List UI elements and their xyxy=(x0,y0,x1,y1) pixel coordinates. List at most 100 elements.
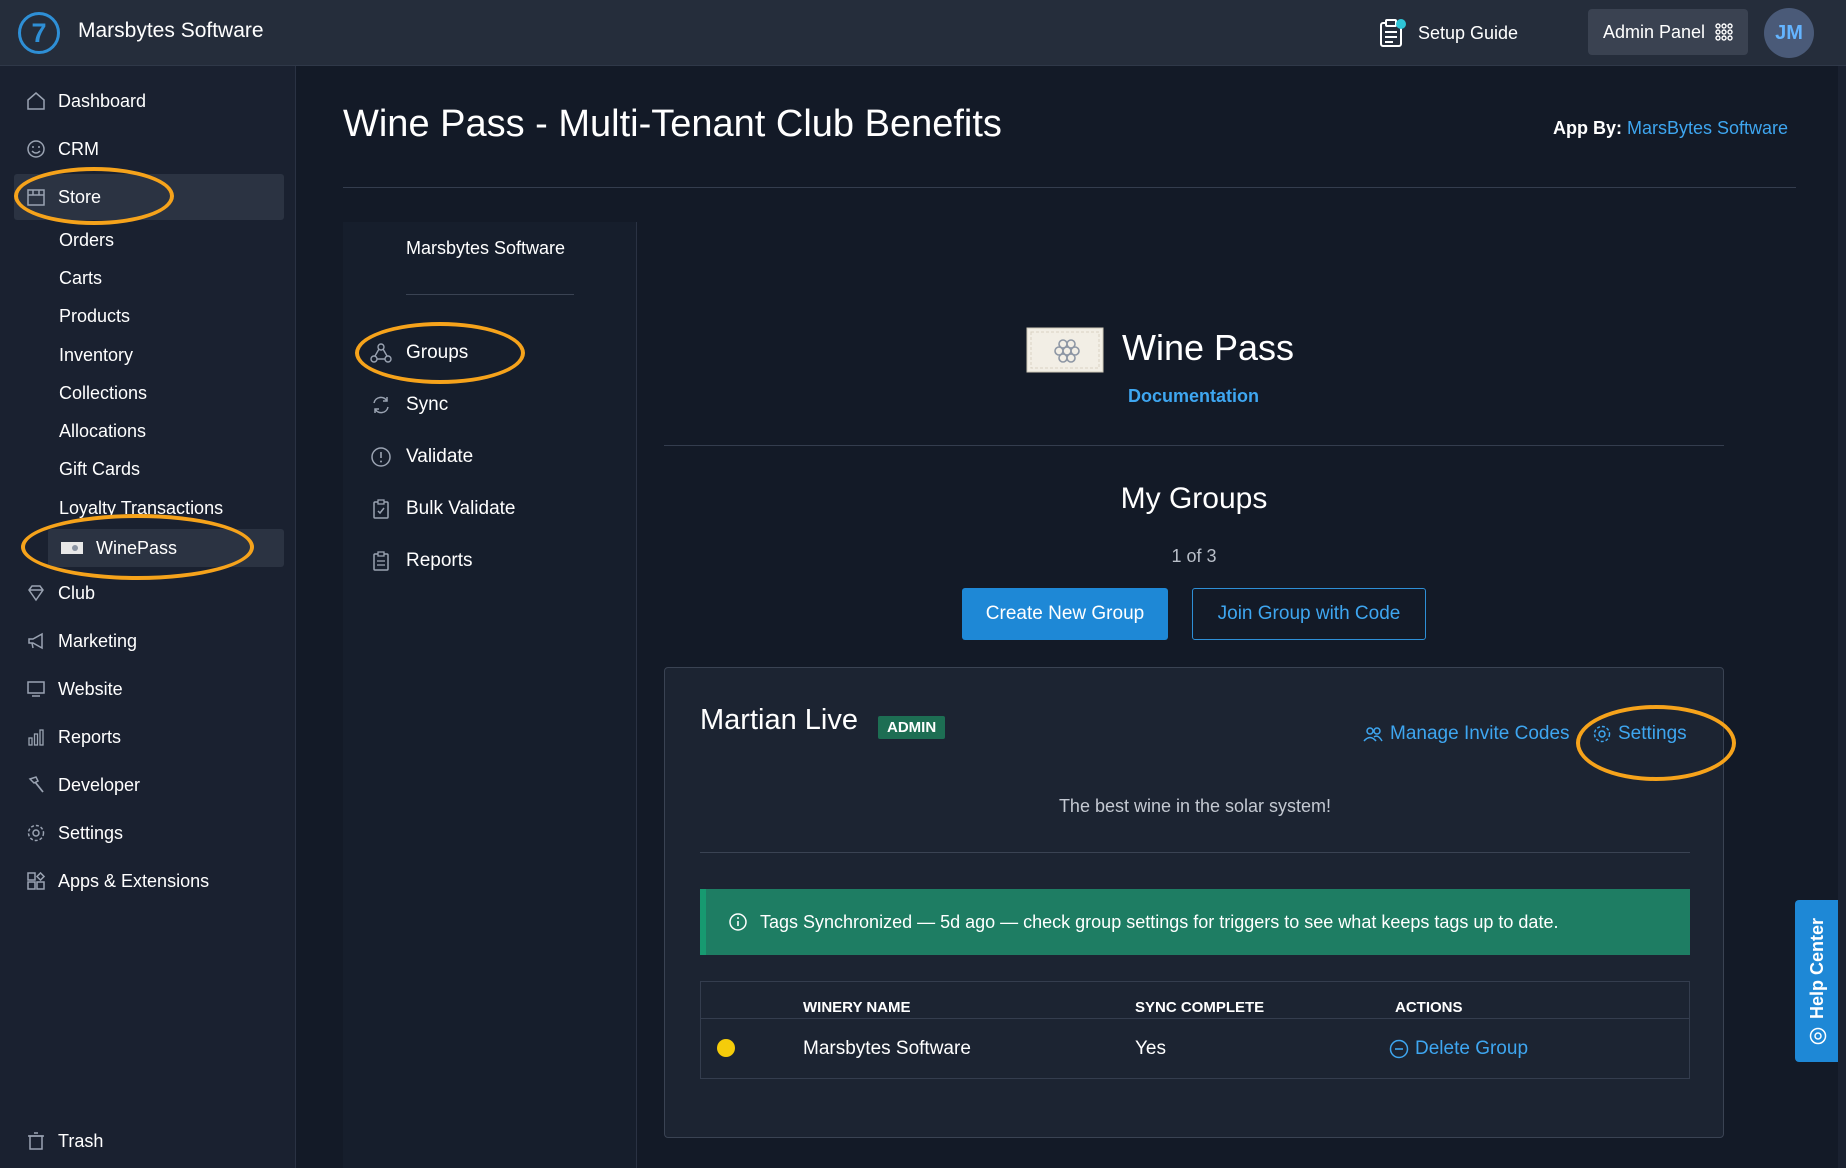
groups-icon xyxy=(370,343,392,363)
sidebar-label-club: Club xyxy=(58,582,96,603)
column-header-sync-complete: SYNC COMPLETE xyxy=(1135,999,1265,1016)
admin-panel-label: Admin Panel xyxy=(1602,21,1706,42)
puzzle-icon xyxy=(27,871,46,890)
scrollbar[interactable] xyxy=(1838,66,1846,1168)
sidebar: Dashboard CRM Store Orders Carts Product… xyxy=(0,66,296,1168)
sidebar-subitem-inventory[interactable]: Inventory xyxy=(59,345,133,366)
sidebar-subitem-gift-cards[interactable]: Gift Cards xyxy=(59,459,140,480)
subnav-item-bulk-validate[interactable]: Bulk Validate xyxy=(370,498,516,520)
gear-icon xyxy=(1593,725,1611,743)
column-header-actions: ACTIONS xyxy=(1395,999,1463,1016)
sidebar-label-winepass: WinePass xyxy=(96,537,178,558)
subnav-label-validate: Validate xyxy=(406,446,474,467)
sidebar-label-reports: Reports xyxy=(58,726,122,747)
setup-guide-label: Setup Guide xyxy=(1418,22,1519,43)
sidebar-item-marketing[interactable]: Marketing xyxy=(14,618,284,664)
delete-group-link[interactable]: Delete Group xyxy=(1389,1038,1528,1060)
user-avatar[interactable]: JM xyxy=(1764,8,1814,58)
sync-status-text: Tags Synchronized — 5d ago — check group… xyxy=(760,911,1559,932)
sidebar-label-marketing: Marketing xyxy=(58,630,138,651)
info-icon xyxy=(729,913,747,931)
sync-icon xyxy=(373,396,389,414)
page-title: Wine Pass - Multi-Tenant Club Benefits xyxy=(343,103,1002,145)
winery-name-cell: Marsbytes Software xyxy=(803,1038,971,1059)
app-subnav: Marsbytes Software Groups Sync Validate … xyxy=(343,222,637,1168)
manage-invite-codes-label: Manage Invite Codes xyxy=(1390,723,1570,744)
sidebar-item-developer[interactable]: Developer xyxy=(14,762,284,808)
sidebar-item-trash[interactable]: Trash xyxy=(14,1118,284,1164)
winery-table: WINERY NAME SYNC COMPLETE ACTIONS Marsby… xyxy=(700,981,1690,1079)
create-new-group-button[interactable]: Create New Group xyxy=(962,588,1168,640)
group-settings-link[interactable]: Settings xyxy=(1592,723,1687,745)
subnav-label-bulk-validate: Bulk Validate xyxy=(406,498,516,519)
sync-status-alert: Tags Synchronized — 5d ago — check group… xyxy=(700,889,1690,955)
grid-icon xyxy=(1715,23,1733,41)
subnav-item-sync[interactable]: Sync xyxy=(370,394,448,416)
sync-complete-cell: Yes xyxy=(1135,1038,1166,1059)
clipboard-list-icon xyxy=(373,551,389,571)
sidebar-item-store[interactable]: Store xyxy=(14,174,284,220)
app-logo-icon[interactable]: 7 xyxy=(18,12,60,54)
sidebar-label-trash: Trash xyxy=(58,1130,104,1151)
card-divider xyxy=(700,852,1690,853)
subnav-item-reports[interactable]: Reports xyxy=(370,550,473,572)
group-settings-label: Settings xyxy=(1618,723,1687,744)
help-center-tab[interactable]: Help Center xyxy=(1795,900,1841,1062)
admin-panel-button[interactable]: Admin Panel xyxy=(1588,9,1748,55)
subnav-item-validate[interactable]: Validate xyxy=(370,446,473,468)
documentation-link[interactable]: Documentation xyxy=(1128,386,1259,407)
sidebar-label-dashboard: Dashboard xyxy=(58,90,147,111)
admin-badge: ADMIN xyxy=(878,716,946,739)
sidebar-item-apps-extensions[interactable]: Apps & Extensions xyxy=(14,858,284,904)
sidebar-item-club[interactable]: Club xyxy=(14,570,284,616)
sidebar-subitem-winepass[interactable]: WinePass xyxy=(48,529,284,567)
ticket-icon xyxy=(61,542,83,554)
app-name: Wine Pass xyxy=(1122,327,1295,368)
sidebar-item-dashboard[interactable]: Dashboard xyxy=(14,78,284,124)
sidebar-label-crm: CRM xyxy=(58,138,99,159)
sidebar-subitem-collections[interactable]: Collections xyxy=(59,383,147,404)
app-by: App By: MarsBytes Software xyxy=(1553,118,1788,139)
manage-invite-codes-link[interactable]: Manage Invite Codes xyxy=(1362,723,1570,745)
alert-circle-icon xyxy=(371,447,391,467)
sidebar-subitem-products[interactable]: Products xyxy=(59,306,130,327)
store-icon xyxy=(27,189,45,206)
hammer-icon xyxy=(28,776,44,793)
group-name: Martian Live xyxy=(700,704,858,736)
clipboard-icon xyxy=(1380,19,1406,47)
groups-count: 1 of 3 xyxy=(1171,546,1217,566)
delete-group-label: Delete Group xyxy=(1415,1038,1529,1059)
help-center-label: Help Center xyxy=(1807,917,1828,1019)
sidebar-subitem-orders[interactable]: Orders xyxy=(59,230,114,251)
sidebar-label-apps-extensions: Apps & Extensions xyxy=(58,870,210,891)
setup-guide-button[interactable]: Setup Guide xyxy=(1378,16,1518,50)
users-icon xyxy=(1363,727,1383,742)
join-group-with-code-button[interactable]: Join Group with Code xyxy=(1192,588,1426,640)
group-description: The best wine in the solar system! xyxy=(1058,796,1332,816)
sidebar-subitem-loyalty-transactions[interactable]: Loyalty Transactions xyxy=(59,498,223,519)
table-header-divider xyxy=(701,1018,1689,1019)
sidebar-item-website[interactable]: Website xyxy=(14,666,284,712)
top-bar: 7 Marsbytes Software Setup Guide Admin P… xyxy=(0,0,1846,66)
sidebar-item-reports[interactable]: Reports xyxy=(14,714,284,760)
sidebar-item-settings[interactable]: Settings xyxy=(14,810,284,856)
subnav-divider xyxy=(406,294,574,295)
wine-pass-logo-icon xyxy=(1026,327,1104,373)
divider xyxy=(343,187,1796,188)
subnav-item-groups[interactable]: Groups xyxy=(370,342,468,364)
column-header-winery-name: WINERY NAME xyxy=(803,999,911,1016)
bar-chart-icon xyxy=(28,729,44,746)
group-card: Martian Live ADMIN Manage Invite Codes S… xyxy=(664,667,1724,1138)
trash-icon xyxy=(28,1132,44,1150)
subnav-label-reports: Reports xyxy=(406,550,473,571)
app-by-link[interactable]: MarsBytes Software xyxy=(1627,118,1788,138)
minus-circle-icon xyxy=(1389,1039,1409,1059)
sidebar-subitem-carts[interactable]: Carts xyxy=(59,268,102,289)
brand-name: Marsbytes Software xyxy=(78,19,264,42)
content-divider xyxy=(664,445,1724,446)
gear-icon xyxy=(27,824,45,842)
sidebar-label-store: Store xyxy=(58,186,102,207)
sidebar-item-crm[interactable]: CRM xyxy=(14,126,284,172)
sidebar-subitem-allocations[interactable]: Allocations xyxy=(59,421,146,442)
status-dot xyxy=(717,1039,735,1057)
